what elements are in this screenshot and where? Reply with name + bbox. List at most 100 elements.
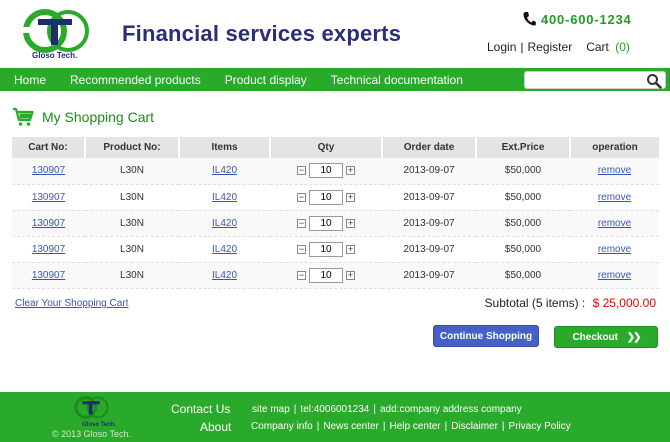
qty-plus-button[interactable]: + bbox=[346, 270, 355, 280]
nav-item-home[interactable]: Home bbox=[0, 73, 58, 87]
footer-contact-info: site map | tel:4006001234 | add:company addr… bbox=[252, 404, 522, 415]
qty-input[interactable] bbox=[309, 241, 343, 257]
remove-link[interactable]: remove bbox=[598, 244, 631, 255]
cart-no-link[interactable]: 130907 bbox=[32, 165, 65, 176]
footer-link-company-info[interactable]: Company info bbox=[251, 421, 313, 432]
separator: | bbox=[501, 421, 505, 432]
qty-plus-button[interactable]: + bbox=[346, 192, 355, 202]
register-link[interactable]: Register bbox=[528, 40, 573, 54]
separator: | bbox=[382, 421, 386, 432]
table-row: 130907 L30N IL420 − + 2013-09-07 $50,000… bbox=[12, 210, 659, 237]
footer-contact-us[interactable]: Contact Us bbox=[171, 402, 230, 416]
login-link[interactable]: Login bbox=[487, 40, 516, 54]
ext-price: $50,000 bbox=[476, 158, 570, 185]
separator: | bbox=[520, 40, 524, 54]
order-date: 2013-09-07 bbox=[382, 236, 476, 263]
column-header-product-no: Product No: bbox=[85, 137, 180, 158]
clear-cart-link[interactable]: Clear Your Shopping Cart bbox=[15, 298, 128, 309]
order-date: 2013-09-07 bbox=[382, 184, 476, 211]
cart-link-label: Cart bbox=[586, 40, 609, 54]
order-date: 2013-09-07 bbox=[382, 210, 476, 237]
separator: | bbox=[316, 421, 320, 432]
qty-input[interactable] bbox=[309, 163, 343, 179]
quantity-stepper: − + bbox=[297, 215, 355, 231]
item-link[interactable]: IL420 bbox=[212, 244, 237, 255]
qty-minus-button[interactable]: − bbox=[297, 218, 306, 228]
remove-link[interactable]: remove bbox=[598, 165, 631, 176]
cart-no-link[interactable]: 130907 bbox=[32, 192, 65, 203]
footer-about[interactable]: About bbox=[200, 420, 231, 434]
subtotal-label: Subtotal (5 items) : bbox=[484, 296, 586, 310]
item-link[interactable]: IL420 bbox=[212, 165, 237, 176]
ext-price: $50,000 bbox=[476, 210, 570, 237]
footer-links: Company info | News center | Help center | Dis… bbox=[251, 421, 571, 432]
site-title: Financial services experts bbox=[122, 21, 402, 46]
search-input[interactable] bbox=[525, 74, 643, 90]
phone-contact: 400-600-1234 bbox=[522, 11, 632, 27]
footer-link-disclaimer[interactable]: Disclaimer bbox=[451, 421, 498, 432]
checkout-button[interactable]: Checkout ❯❯ bbox=[554, 326, 658, 348]
checkout-button-label: Checkout bbox=[572, 331, 618, 343]
table-row: 130907 L30N IL420 − + 2013-09-07 $50,000… bbox=[12, 262, 659, 289]
ext-price: $50,000 bbox=[476, 184, 570, 211]
separator: | bbox=[444, 421, 448, 432]
product-no: L30N bbox=[85, 262, 179, 289]
table-row: 130907 L30N IL420 − + 2013-09-07 $50,000… bbox=[12, 184, 659, 211]
item-link[interactable]: IL420 bbox=[212, 192, 237, 203]
remove-link[interactable]: remove bbox=[598, 218, 631, 229]
ext-price: $50,000 bbox=[476, 262, 570, 289]
cart-no-link[interactable]: 130907 bbox=[32, 218, 65, 229]
nav-item-product-display[interactable]: Product display bbox=[213, 73, 319, 87]
qty-input[interactable] bbox=[309, 215, 343, 231]
column-header-ext-price: Ext.Price bbox=[476, 137, 571, 158]
qty-plus-button[interactable]: + bbox=[346, 218, 355, 228]
qty-input[interactable] bbox=[309, 267, 343, 283]
footer-logo-mark[interactable] bbox=[70, 395, 114, 425]
qty-plus-button[interactable]: + bbox=[346, 166, 355, 176]
qty-plus-button[interactable]: + bbox=[346, 244, 355, 254]
cart-no-link[interactable]: 130907 bbox=[32, 270, 65, 281]
phone-number: 400-600-1234 bbox=[541, 11, 632, 27]
product-no: L30N bbox=[85, 158, 179, 185]
qty-minus-button[interactable]: − bbox=[297, 166, 306, 176]
footer-link-help-center[interactable]: Help center bbox=[390, 421, 441, 432]
column-header-cart-no: Cart No: bbox=[12, 137, 86, 158]
qty-input[interactable] bbox=[309, 189, 343, 205]
search-icon[interactable] bbox=[646, 73, 662, 89]
footer-link-news-center[interactable]: News center bbox=[323, 421, 379, 432]
footer-site-map-link[interactable]: site map bbox=[252, 404, 290, 415]
search-box bbox=[524, 71, 666, 90]
logo-text: Gloso Tech. bbox=[32, 51, 78, 60]
item-link[interactable]: IL420 bbox=[212, 218, 237, 229]
quantity-stepper: − + bbox=[297, 267, 355, 283]
cart-count: (0) bbox=[615, 40, 630, 54]
remove-link[interactable]: remove bbox=[598, 270, 631, 281]
ext-price: $50,000 bbox=[476, 236, 570, 263]
quantity-stepper: − + bbox=[297, 163, 355, 179]
column-header-operation: operation bbox=[570, 137, 659, 158]
product-no: L30N bbox=[85, 184, 179, 211]
nav-item-recommended-products[interactable]: Recommended products bbox=[58, 73, 213, 87]
page-title: My Shopping Cart bbox=[12, 107, 154, 127]
separator: | bbox=[293, 404, 297, 415]
column-header-qty: Qty bbox=[270, 137, 383, 158]
footer: Gloso Tech. © 2013 Gloso Tech. Contact U… bbox=[0, 392, 670, 442]
remove-link[interactable]: remove bbox=[598, 192, 631, 203]
cart-icon bbox=[13, 107, 34, 126]
column-header-items: Items bbox=[179, 137, 271, 158]
qty-minus-button[interactable]: − bbox=[297, 192, 306, 202]
column-header-order-date: Order date bbox=[382, 137, 477, 158]
user-links: Login | Register Cart (0) bbox=[487, 40, 630, 54]
copyright: © 2013 Gloso Tech. bbox=[52, 429, 132, 439]
footer-link-privacy-policy[interactable]: Privacy Policy bbox=[509, 421, 571, 432]
nav-item-technical-documentation[interactable]: Technical documentation bbox=[319, 73, 475, 87]
cart-no-link[interactable]: 130907 bbox=[32, 244, 65, 255]
item-link[interactable]: IL420 bbox=[212, 270, 237, 281]
table-row: 130907 L30N IL420 − + 2013-09-07 $50,000… bbox=[12, 158, 659, 185]
cart-link[interactable]: Cart (0) bbox=[586, 40, 630, 54]
product-no: L30N bbox=[85, 210, 179, 237]
qty-minus-button[interactable]: − bbox=[297, 244, 306, 254]
quantity-stepper: − + bbox=[297, 241, 355, 257]
continue-shopping-button[interactable]: Continue Shopping bbox=[433, 325, 539, 347]
qty-minus-button[interactable]: − bbox=[297, 270, 306, 280]
